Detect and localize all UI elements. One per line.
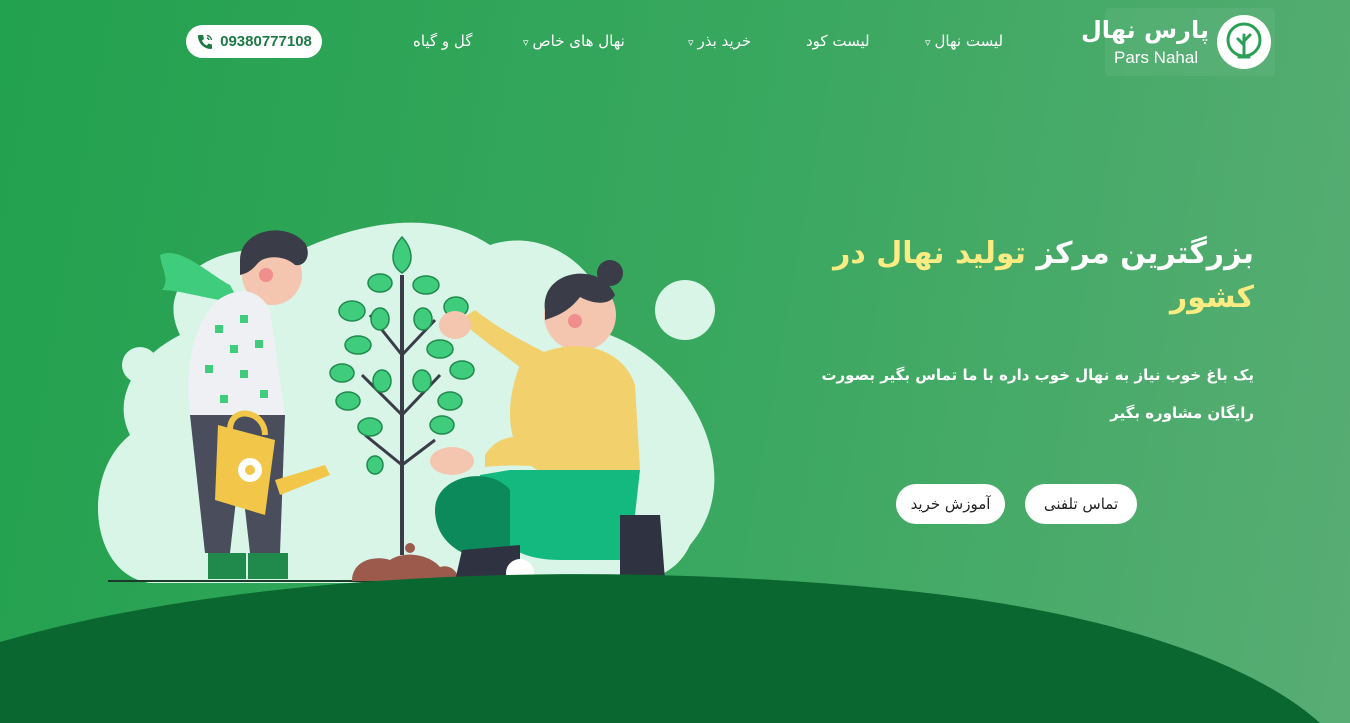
nav-item-fertilizer-list[interactable]: لیست کود xyxy=(806,32,870,50)
nav-label: لیست نهال xyxy=(934,32,1004,50)
hero-title-main: بزرگترین مرکز xyxy=(1036,236,1254,271)
nav-label: گل و گیاه xyxy=(413,32,473,50)
phone-icon xyxy=(198,34,213,49)
nav-label: لیست کود xyxy=(806,32,870,50)
chevron-down-icon: ▿ xyxy=(925,36,931,49)
nav-label: خرید بذر xyxy=(697,32,752,50)
phone-number: 09380777108 xyxy=(220,33,312,50)
site-header: پارس نهال Pars Nahal لیست نهال▿ لیست کود… xyxy=(0,0,1350,80)
nav-item-buy-seeds[interactable]: خرید بذر▿ xyxy=(688,32,751,50)
nav-label: نهال های خاص xyxy=(532,32,625,50)
chevron-down-icon: ▿ xyxy=(523,36,529,49)
hero-description: یک باغ خوب نیاز به نهال خوب داره با ما ت… xyxy=(821,366,1254,422)
nav-item-flowers-plants[interactable]: گل و گیاه xyxy=(413,32,472,50)
site-logo[interactable]: پارس نهال Pars Nahal xyxy=(1081,8,1275,76)
hero-illustration xyxy=(97,222,715,587)
tree-icon xyxy=(1217,15,1271,69)
chevron-down-icon: ▿ xyxy=(688,36,694,49)
nav-item-seedling-list[interactable]: لیست نهال▿ xyxy=(925,32,1003,50)
ground-hill xyxy=(0,574,1320,723)
call-button[interactable]: تماس تلفنی xyxy=(1025,484,1137,524)
hero-title: بزرگترین مرکز تولید نهال در کشور xyxy=(820,232,1254,320)
page: پارس نهال Pars Nahal لیست نهال▿ لیست کود… xyxy=(0,0,1350,723)
brand-name-fa: پارس نهال xyxy=(1080,16,1209,44)
purchase-guide-button[interactable]: آموزش خرید xyxy=(896,484,1005,524)
brand-name-en: Pars Nahal xyxy=(1114,48,1199,67)
phone-button[interactable]: 09380777108 xyxy=(186,25,322,58)
nav-item-special-seedlings[interactable]: نهال های خاص▿ xyxy=(523,32,625,50)
